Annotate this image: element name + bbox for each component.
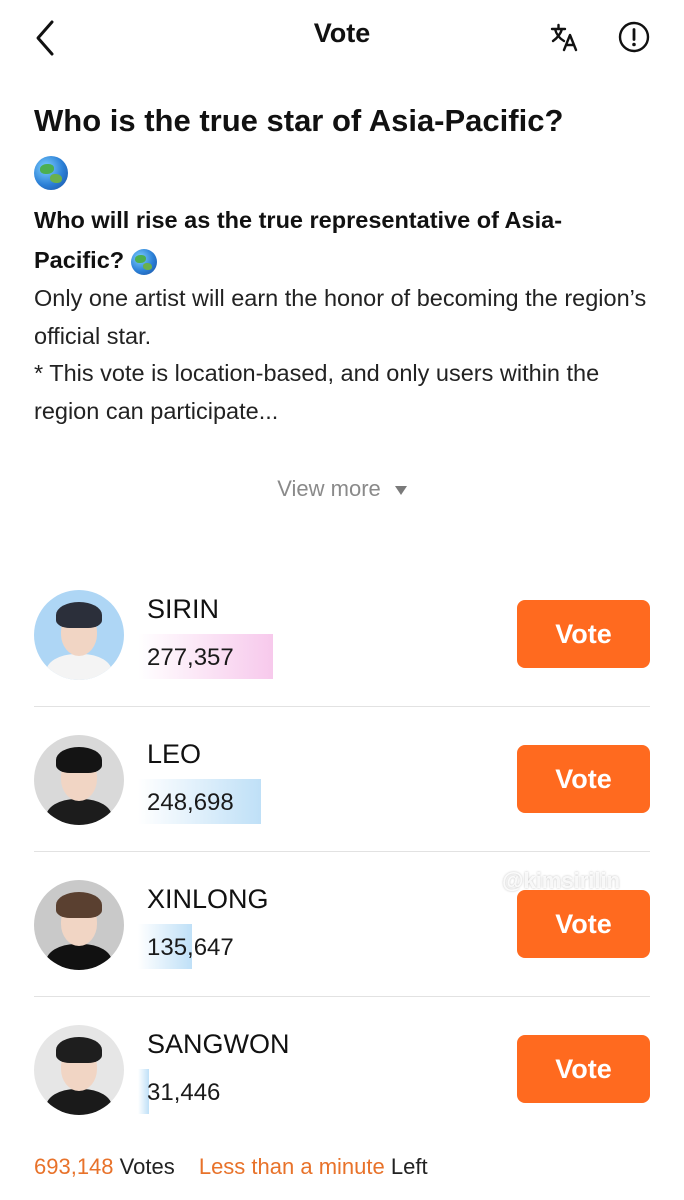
avatar: [34, 735, 124, 825]
vote-count-text: 248,698: [147, 789, 234, 816]
candidate-row: SANGWON 31,446 Vote: [34, 997, 650, 1142]
candidate-row: LEO 248,698 Vote: [34, 707, 650, 852]
candidate-list: SIRIN 277,357 Vote LEO 248,698 Vote XINL…: [34, 562, 650, 1142]
poll-description-1: Only one artist will earn the honor of b…: [34, 285, 647, 349]
avatar: [34, 1025, 124, 1115]
top-bar: Vote: [0, 0, 684, 76]
info-icon: [618, 21, 650, 53]
votes-label: Votes: [119, 1154, 175, 1179]
avatar: [34, 590, 124, 680]
left-label: Left: [390, 1154, 428, 1179]
vote-count-text: 31,446: [147, 1079, 221, 1106]
poll-subtitle-text: Who will rise as the true representative…: [34, 207, 563, 273]
vote-button[interactable]: Vote: [517, 600, 650, 668]
vote-button[interactable]: Vote: [517, 890, 650, 958]
time-left: Less than a minute: [198, 1154, 385, 1179]
avatar: [34, 880, 124, 970]
globe-icon: [130, 248, 157, 275]
translate-button[interactable]: [548, 20, 582, 54]
total-votes: 693,148: [34, 1154, 114, 1179]
vote-summary: 693,148 Votes Less than a minute Left: [34, 1154, 428, 1180]
globe-icon: [34, 155, 68, 190]
vote-count-text: 135,647: [147, 934, 234, 961]
vote-count-text: 277,357: [147, 644, 234, 671]
view-more-button[interactable]: View more: [0, 476, 684, 502]
poll-title: Who is the true star of Asia-Pacific?: [34, 96, 652, 196]
candidate-name: LEO: [147, 739, 202, 769]
translate-icon: [550, 23, 578, 52]
info-button[interactable]: [617, 20, 651, 54]
poll-content: Who is the true star of Asia-Pacific? Wh…: [34, 96, 652, 430]
candidate-name: XINLONG: [147, 884, 269, 914]
view-more-label: View more: [277, 476, 381, 501]
vote-button[interactable]: Vote: [517, 1035, 650, 1103]
candidate-row: SIRIN 277,357 Vote: [34, 562, 650, 707]
candidate-name: SANGWON: [147, 1029, 290, 1059]
candidate-name: SIRIN: [147, 594, 220, 624]
poll-subtitle: Who will rise as the true representative…: [34, 200, 652, 280]
poll-description-2: * This vote is location-based, and only …: [34, 360, 600, 424]
caret-down-icon: [394, 485, 407, 495]
watermark: @kimsirilin: [502, 868, 621, 893]
vote-button[interactable]: Vote: [517, 745, 650, 813]
poll-title-text: Who is the true star of Asia-Pacific?: [34, 103, 564, 138]
